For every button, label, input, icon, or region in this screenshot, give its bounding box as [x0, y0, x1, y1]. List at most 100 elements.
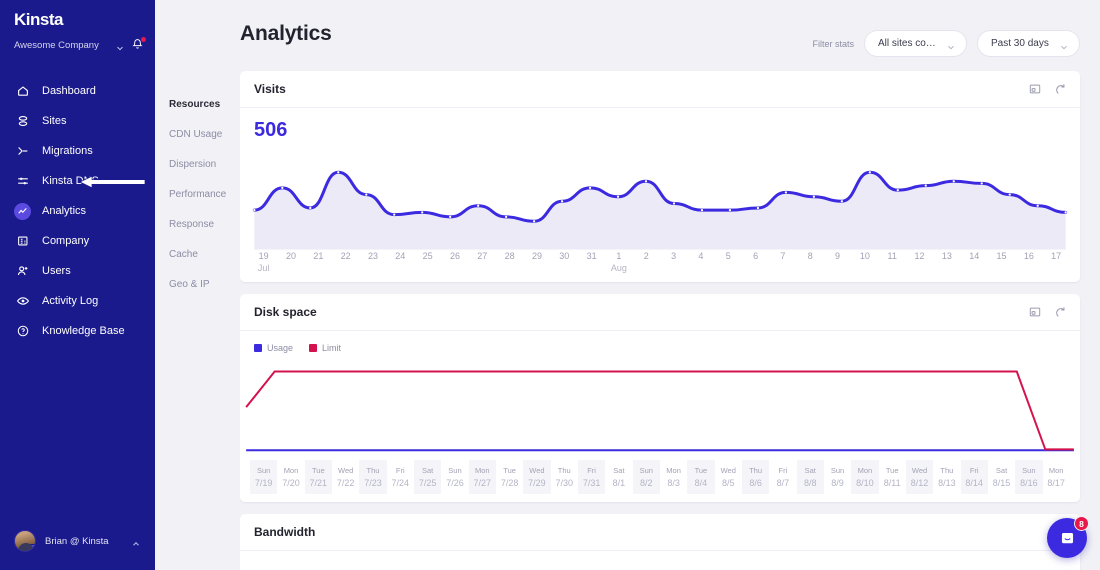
axis-tick: 14 [969, 250, 980, 261]
axis-tick: Wed 8/5 [720, 466, 736, 488]
sidebar-label: Company [42, 235, 90, 247]
app-root: Kinsta Awesome Company Dashboard Sites M… [0, 0, 1100, 570]
axis-tick: Fri 8/7 [776, 466, 790, 488]
refresh-icon[interactable] [1054, 306, 1066, 318]
visits-card-title: Visits [254, 82, 286, 96]
chat-unread-badge: 8 [1074, 516, 1089, 531]
axis-tick: 29 [531, 250, 542, 261]
notification-dot [141, 37, 146, 42]
axis-tick: 26 [449, 250, 460, 261]
chat-widget-button[interactable]: 8 [1047, 516, 1089, 558]
date-range-select[interactable]: Past 30 days [977, 30, 1080, 57]
axis-tick: Wed 8/12 [905, 460, 934, 494]
sidebar-label: Kinsta DNS [42, 175, 99, 187]
visits-chart-xaxis: 19 Jul 20 21 22 23 24 25 26 27 28 29 30 31… [240, 250, 1080, 282]
axis-tick: 30 [559, 250, 570, 261]
axis-tick: Thu 7/23 [359, 460, 387, 494]
sidebar-item-dashboard[interactable]: Dashboard [0, 76, 155, 106]
subnav-item-cache[interactable]: Cache [155, 240, 240, 270]
axis-tick: Wed 7/29 [523, 460, 551, 494]
chevron-down-icon[interactable] [115, 40, 125, 51]
legend-item-usage: Usage [254, 343, 293, 353]
sidebar-item-analytics[interactable]: Analytics [0, 196, 155, 226]
axis-tick: Sun 8/16 [1015, 460, 1043, 494]
help-icon [14, 323, 31, 340]
disk-chart-svg [240, 353, 1080, 461]
axis-tick: Sat 8/8 [796, 460, 824, 494]
legend-item-limit: Limit [309, 343, 341, 353]
filter-bar: Filter stats All sites combin... Past 30… [812, 22, 1080, 57]
primary-sidebar: Kinsta Awesome Company Dashboard Sites M… [0, 0, 155, 570]
axis-tick: Sat 8/15 [992, 466, 1011, 488]
disk-legend: Usage Limit [240, 331, 1080, 353]
visits-card-header: Visits [240, 71, 1080, 108]
visits-card-actions [1029, 83, 1066, 95]
disk-card-header: Disk space [240, 294, 1080, 331]
subnav-item-dispersion[interactable]: Dispersion [155, 150, 240, 180]
main-content: Analytics Filter stats All sites combin.… [240, 0, 1100, 570]
axis-tick: 23 [367, 250, 378, 261]
axis-tick: 13 [941, 250, 952, 261]
avatar [14, 530, 36, 552]
sidebar-label: Users [42, 265, 71, 277]
user-menu[interactable]: Brian @ Kinsta [0, 530, 155, 570]
company-icon [14, 233, 31, 250]
axis-tick: Sun 7/26 [446, 466, 464, 488]
axis-tick: 16 [1023, 250, 1034, 261]
axis-tick: 27 [477, 250, 488, 261]
legend-swatch [254, 343, 262, 352]
analytics-icon [14, 202, 31, 220]
bandwidth-card-header: Bandwidth [240, 514, 1080, 551]
subnav-item-response[interactable]: Response [155, 210, 240, 240]
axis-tick: 7 [780, 250, 786, 261]
sidebar-item-knowledge-base[interactable]: Knowledge Base [0, 316, 155, 346]
site-filter-value: All sites combin... [878, 38, 938, 49]
sidebar-item-company[interactable]: Company [0, 226, 155, 256]
axis-tick: Tue 8/4 [687, 460, 715, 494]
sidebar-item-migrations[interactable]: Migrations [0, 136, 155, 166]
brand: Kinsta [0, 0, 155, 30]
migrations-icon [14, 143, 31, 160]
sidebar-label: Sites [42, 115, 67, 127]
axis-tick: 5 [725, 250, 731, 261]
sidebar-item-sites[interactable]: Sites [0, 106, 155, 136]
sites-icon [14, 113, 31, 130]
axis-tick: 3 [671, 250, 677, 261]
analytics-subnav: Resources CDN Usage Dispersion Performan… [155, 0, 240, 570]
refresh-icon[interactable] [1054, 83, 1066, 95]
visits-chart [240, 142, 1080, 250]
bandwidth-card-title: Bandwidth [254, 524, 316, 539]
axis-tick: 17 [1051, 250, 1062, 261]
page-header: Analytics Filter stats All sites combin.… [240, 0, 1080, 57]
subnav-item-performance[interactable]: Performance [155, 180, 240, 210]
company-selector[interactable]: Awesome Company [0, 30, 155, 52]
users-icon [14, 263, 31, 280]
bandwidth-card: Bandwidth [240, 513, 1080, 570]
expand-icon[interactable] [1029, 306, 1041, 318]
disk-card-title: Disk space [254, 304, 317, 319]
chevron-up-icon[interactable] [131, 536, 141, 546]
axis-tick: 20 [285, 250, 296, 261]
sidebar-label: Knowledge Base [42, 325, 125, 337]
sidebar-item-activity-log[interactable]: Activity Log [0, 286, 155, 316]
expand-icon[interactable] [1029, 83, 1041, 95]
notifications-button[interactable] [131, 37, 146, 52]
disk-space-card: Disk space Usage Limit Sun 7/19 Mon 7/20… [240, 293, 1080, 502]
sidebar-item-kinsta-dns[interactable]: Kinsta DNS [0, 166, 155, 196]
axis-tick: Sun 8/2 [632, 460, 660, 494]
site-filter-select[interactable]: All sites combin... [864, 30, 967, 57]
date-range-value: Past 30 days [991, 38, 1049, 49]
eye-icon [14, 293, 31, 310]
subnav-item-geo-ip[interactable]: Geo & IP [155, 270, 240, 300]
axis-tick: 28 [504, 250, 515, 261]
axis-tick: 11 [887, 250, 897, 261]
sidebar-label: Dashboard [42, 85, 96, 97]
sidebar-label: Migrations [42, 145, 93, 157]
visits-metric: 506 [254, 119, 288, 141]
subnav-item-cdn-usage[interactable]: CDN Usage [155, 120, 240, 150]
subnav-item-resources[interactable]: Resources [155, 90, 240, 120]
sidebar-item-users[interactable]: Users [0, 256, 155, 286]
sidebar-label: Activity Log [42, 295, 99, 307]
avatar-badge [28, 544, 35, 551]
axis-tick: 21 [313, 250, 324, 261]
